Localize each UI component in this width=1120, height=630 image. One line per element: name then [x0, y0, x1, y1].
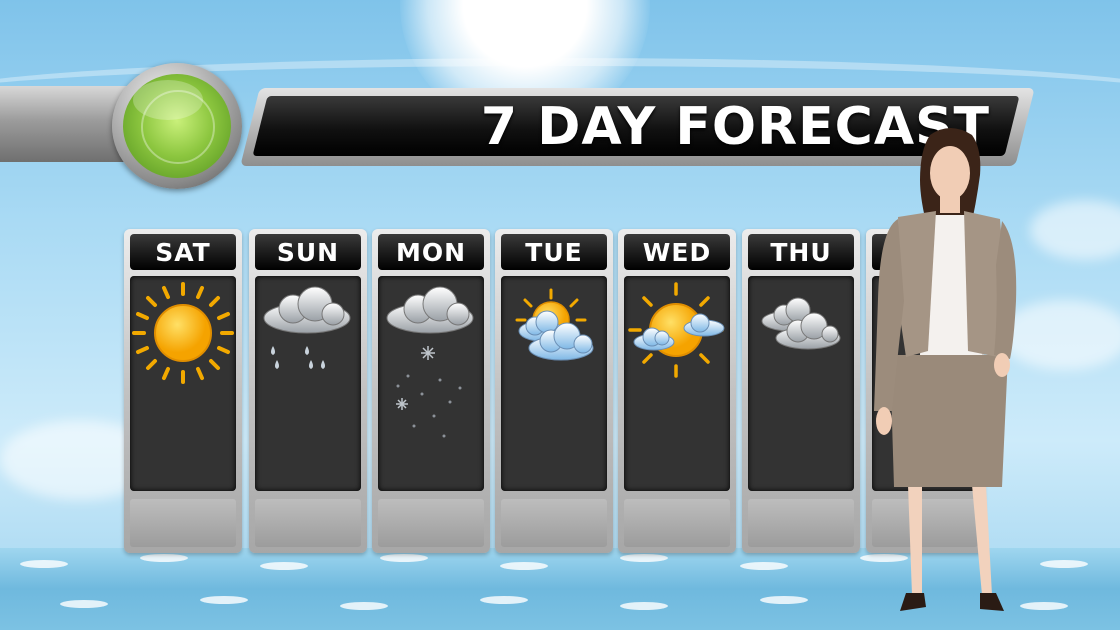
- day-footer: [130, 499, 236, 547]
- day-label: SAT: [130, 234, 236, 270]
- forecast-scene: 7 DAY FORECAST SAT SUN MON TUE WED THU: [0, 0, 1120, 630]
- day-card-mon: MON: [372, 229, 490, 553]
- sunny-icon: [132, 282, 234, 384]
- day-screen: [748, 276, 854, 491]
- floor-light: [620, 554, 668, 562]
- day-card-tue: TUE: [495, 229, 613, 553]
- day-screen: [130, 276, 236, 491]
- floor-light: [1040, 560, 1088, 568]
- radar-icon: [123, 74, 231, 178]
- partly-cloudy-icon: [515, 288, 594, 361]
- day-screen: [378, 276, 484, 491]
- day-label: WED: [624, 234, 730, 270]
- day-screen: [501, 276, 607, 491]
- floor-light: [760, 596, 808, 604]
- day-screen: [624, 276, 730, 491]
- day-label: MON: [378, 234, 484, 270]
- floor-light: [200, 596, 248, 604]
- day-card-sat: SAT: [124, 229, 242, 553]
- floor-light: [480, 596, 528, 604]
- floor-light: [340, 602, 388, 610]
- floor-light: [740, 562, 788, 570]
- day-card-thu: THU: [742, 229, 860, 553]
- floor-light: [60, 600, 108, 608]
- presenter: [874, 128, 1017, 611]
- day-footer: [748, 499, 854, 547]
- day-card-sun: SUN: [249, 229, 367, 553]
- day-footer: [624, 499, 730, 547]
- day-footer: [255, 499, 361, 547]
- day-footer: [378, 499, 484, 547]
- day-label: TUE: [501, 234, 607, 270]
- day-card-wed: WED: [618, 229, 736, 553]
- floor-light: [380, 554, 428, 562]
- cloudy-icon: [761, 297, 841, 350]
- floor-light: [260, 562, 308, 570]
- partly-sunny-icon: [628, 282, 725, 378]
- day-label: THU: [748, 234, 854, 270]
- floor-light: [20, 560, 68, 568]
- snow-icon: [386, 286, 474, 438]
- floor-light: [620, 602, 668, 610]
- floor-light: [140, 554, 188, 562]
- day-footer: [501, 499, 607, 547]
- rain-icon: [263, 286, 351, 369]
- day-screen: [255, 276, 361, 491]
- day-label: SUN: [255, 234, 361, 270]
- floor-light: [500, 562, 548, 570]
